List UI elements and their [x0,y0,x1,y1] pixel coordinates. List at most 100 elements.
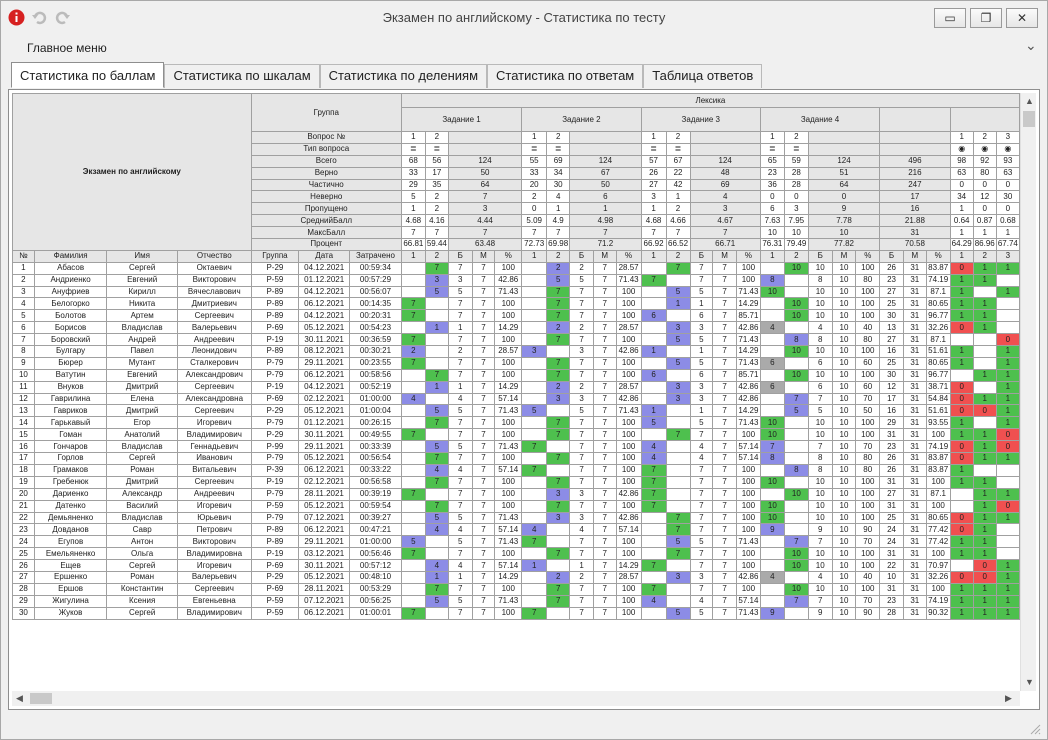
vertical-scrollbar[interactable]: ▲ ▼ [1020,93,1036,691]
grid-cell: 100 [615,285,642,299]
tab-division-stats[interactable]: Статистика по делениям [319,64,488,88]
grid-cell: 06.12.2021 [298,297,351,311]
grid-cell: 6 [807,380,833,394]
grid-cell: 71.43 [615,273,642,287]
grid-cell [995,309,1020,323]
stats-grid[interactable]: Экзамен по английскому Группа Лексика Задан… [12,93,1020,691]
extra-header [949,107,1020,132]
grid-cell: 4 [689,452,714,465]
grid-cell: 7 [783,535,809,549]
grid-cell: 01:00:04 [349,404,402,418]
grid-cell: 4 [447,463,473,477]
task-header: Задание 4 [759,107,881,132]
column-header: 1 [521,249,548,263]
stat-value: 12 [972,190,997,204]
grid-cell [665,273,691,287]
surname-cell: Булгару [33,345,108,358]
grid-cell: 3 [569,345,594,358]
tab-scale-stats[interactable]: Статистика по шкалам [164,64,320,88]
chevron-down-icon[interactable]: ⌄ [1025,37,1037,54]
grid-cell: 01.12.2021 [298,273,351,287]
grid-cell: 7 [592,261,617,275]
grid-cell: 7 [712,404,737,418]
grid-cell: 10 [783,547,809,561]
stat-value: 1 [949,202,974,216]
grid-cell: 1 [995,380,1020,394]
resize-grip-icon[interactable] [1029,723,1041,735]
horizontal-scroll-thumb[interactable] [30,693,52,704]
table-row: 30 Жуков Сергей Владимирович Р-59 06.12.2021 0… [12,606,1020,620]
grid-cell: 31 [902,345,927,358]
grid-cell: 7 [689,463,714,477]
stat-value: 7.63 [759,214,785,228]
grid-cell: 7 [569,499,594,513]
grid-cell: 7 [712,582,737,596]
tab-answer-stats[interactable]: Статистика по ответам [487,64,644,88]
grid-cell: 7 [471,345,496,358]
grid-cell: 7 [592,392,617,406]
grid-cell: 7 [592,594,617,608]
grid-cell: 7 [712,511,737,525]
grid-cell: 5 [400,535,426,549]
surname-cell: Гребенюк [33,475,108,489]
grid-cell: 100 [494,333,523,347]
grid-cell: 7 [592,499,617,513]
grid-cell: 7 [569,594,594,608]
stat-value: ≣ [640,142,667,156]
grid-cell: Валерьевич [176,321,252,335]
grid-cell [546,523,571,537]
surname-cell: Абасов [33,261,108,275]
close-icon: ✕ [1016,11,1028,25]
grid-cell: 10 [831,452,857,465]
main-menu[interactable]: Главное меню [27,41,107,55]
grid-cell: 87.1 [925,333,951,347]
grid-cell: 42.86 [735,570,761,584]
grid-cell: Никита [106,297,178,311]
minimize-button[interactable]: ▭ [934,8,966,28]
column-header: % [925,249,951,263]
scroll-up-icon[interactable]: ▲ [1025,96,1034,106]
stat-summary: 10 [807,226,881,240]
grid-cell: 10 [807,416,833,430]
stat-summary: 124 [807,154,881,168]
grid-cell: 10 [831,297,857,311]
grid-cell: 10 [807,285,833,299]
stat-value: 0 [995,178,1020,192]
grid-cell: 16 [879,345,904,358]
grid-cell [759,333,785,347]
horizontal-scrollbar[interactable]: ◀ ▶ [12,691,1020,706]
grid-cell: 5 [447,404,473,418]
grid-cell: Мутант [106,356,178,370]
close-button[interactable]: ✕ [1006,8,1038,28]
maximize-button[interactable]: ❐ [970,8,1002,28]
grid-cell: 100 [855,475,881,489]
grid-cell: 3 [521,345,548,358]
stat-value: ◉ [949,142,974,156]
grid-cell: 31 [902,392,927,406]
grid-cell: 1 [949,273,974,287]
grid-cell: 31 [902,559,927,572]
column-header: Б [807,249,833,263]
stat-summary: 69 [689,178,761,192]
grid-cell: 100 [735,511,761,525]
grid-cell: 7 [569,356,594,370]
grid-cell [972,380,997,394]
scroll-right-icon[interactable]: ▶ [1005,693,1012,704]
grid-cell: Владислав [106,511,178,525]
grid-cell: 7 [471,582,496,596]
stat-value: 0 [949,178,974,192]
grid-cell: 14.29 [735,297,761,311]
vertical-scroll-thumb[interactable] [1023,111,1035,127]
stat-summary: 50 [569,178,642,192]
tab-answers-table[interactable]: Таблица ответов [643,64,763,88]
tab-score-stats[interactable]: Статистика по баллам [11,62,165,88]
column-header: % [855,249,881,263]
grid-cell: 31 [902,594,927,608]
stat-summary [447,142,523,156]
grid-cell: 5 [447,440,473,454]
grid-cell [759,368,785,382]
scroll-down-icon[interactable]: ▼ [1025,677,1034,687]
scroll-left-icon[interactable]: ◀ [16,693,23,704]
grid-cell: 7 [569,297,594,311]
grid-cell: 7 [712,606,737,620]
